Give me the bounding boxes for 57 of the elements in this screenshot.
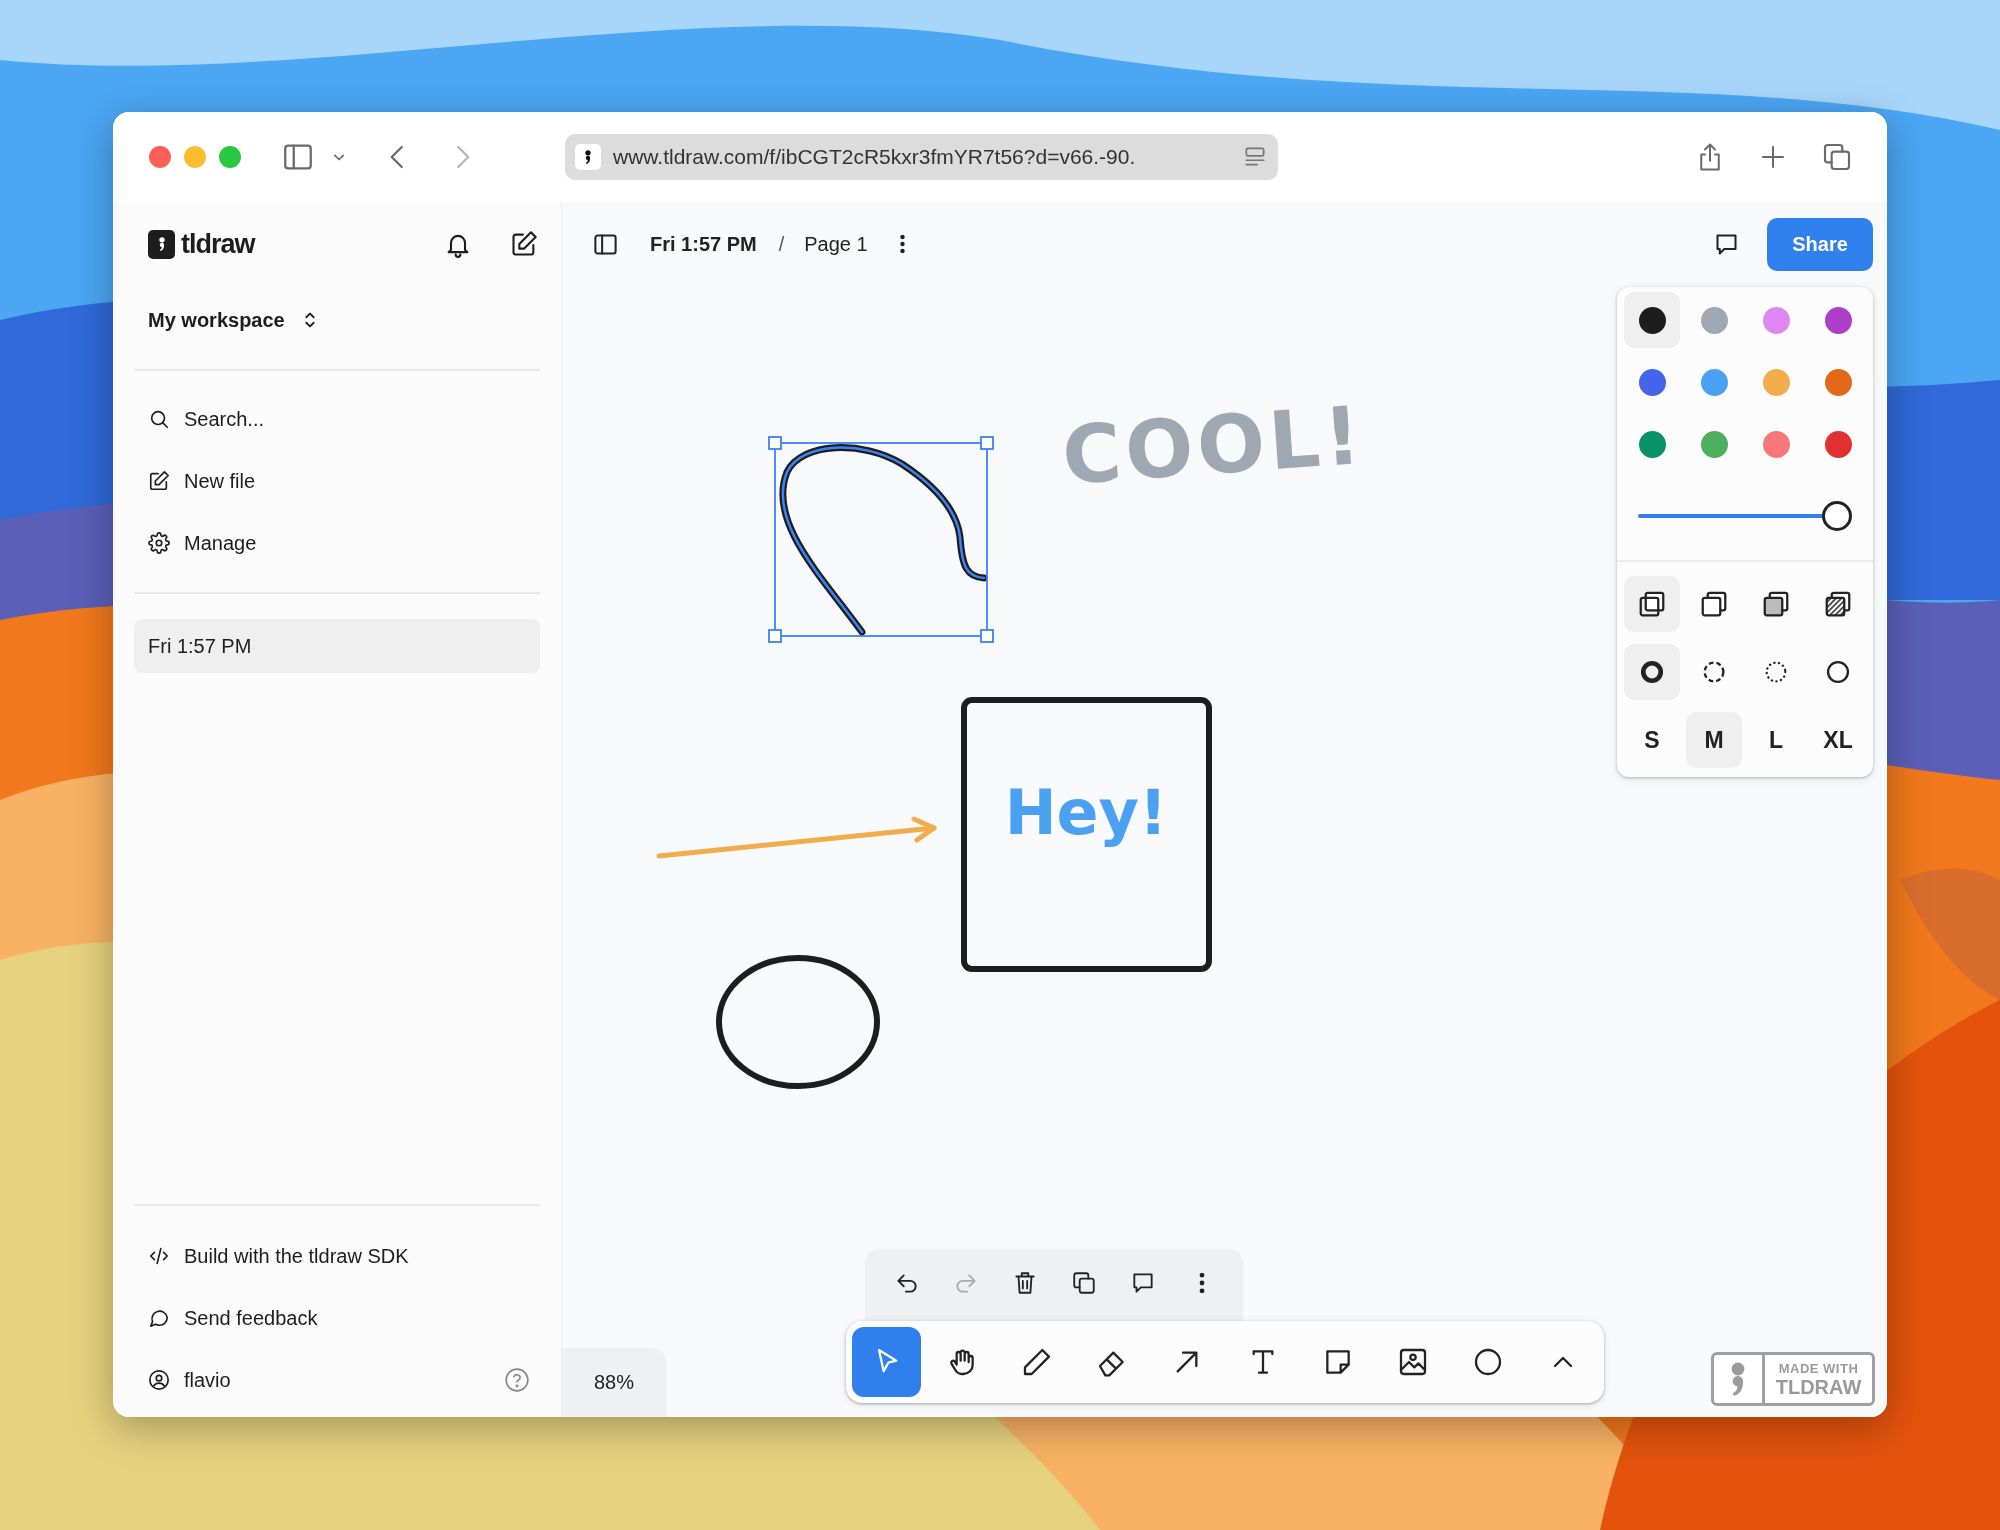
tldraw-logo[interactable]: tldraw — [148, 228, 255, 260]
fill-pattern-icon — [1823, 589, 1853, 619]
sidebar-item[interactable]: New file — [134, 450, 540, 512]
fill-semi-icon — [1699, 589, 1729, 619]
more-icon — [898, 235, 906, 253]
fill-style-button[interactable] — [1624, 576, 1680, 632]
more-button[interactable] — [898, 235, 906, 253]
workspace-switcher[interactable]: My workspace — [148, 308, 321, 332]
url-text: www.tldraw.com/f/ibCGT2cR5kxr3fmYR7t56?d=v66.-90. — [613, 145, 1137, 169]
share-button[interactable]: Share — [1767, 217, 1873, 271]
zoom-level-button[interactable]: 88% — [562, 1348, 666, 1417]
select-tool-button[interactable] — [852, 1327, 922, 1397]
color-swatch[interactable] — [1624, 292, 1680, 348]
handwritten-text: COOL! — [1059, 388, 1368, 503]
image-icon — [1397, 1346, 1429, 1378]
code-icon — [148, 1245, 170, 1267]
size-button[interactable]: M — [1686, 712, 1742, 768]
address-bar[interactable]: www.tldraw.com/f/ibCGT2cR5kxr3fmYR7t56?d=v66.-90. — [565, 134, 1278, 180]
close-window-button[interactable] — [149, 146, 171, 168]
tabs-icon — [1821, 141, 1853, 173]
stroke-style-button[interactable] — [1624, 644, 1680, 700]
shape-label: Hey! — [1004, 776, 1168, 849]
new-file-button[interactable] — [510, 230, 538, 258]
opacity-slider[interactable] — [1638, 501, 1852, 531]
solid-circle-icon — [1824, 658, 1852, 686]
sidebar-item[interactable]: Send feedback — [134, 1287, 540, 1349]
help-button[interactable] — [504, 1367, 530, 1393]
fill-solid-icon — [1761, 589, 1791, 619]
sidebar-item[interactable]: Manage — [134, 512, 540, 574]
badge-text: TLDRAW — [1775, 1376, 1862, 1397]
file-name[interactable]: Fri 1:57 PM — [650, 232, 757, 256]
size-button[interactable]: XL — [1810, 712, 1866, 768]
edit-icon — [510, 230, 538, 258]
fill-none-icon — [1637, 589, 1667, 619]
edit-icon — [148, 470, 170, 492]
pencil-icon — [1021, 1346, 1053, 1378]
size-button[interactable]: S — [1624, 712, 1680, 768]
sidebar-item[interactable]: Search... — [134, 388, 540, 450]
chat-bubble-icon — [148, 1307, 170, 1329]
draw-circle-icon — [1638, 658, 1666, 686]
more-icon — [1197, 1273, 1206, 1293]
sidebar-item[interactable]: flavio — [134, 1349, 540, 1411]
site-logo-icon — [575, 144, 601, 170]
tabs-button[interactable] — [1821, 141, 1853, 173]
size-button[interactable]: L — [1748, 712, 1804, 768]
badge-text: MADE WITH — [1778, 1361, 1859, 1375]
tldraw-logo-icon — [1731, 1361, 1745, 1397]
search-icon — [148, 408, 170, 430]
user-icon — [148, 1369, 170, 1391]
sidebar-item[interactable]: Build with the tldraw SDK — [134, 1225, 540, 1287]
duplicate-icon — [1070, 1270, 1097, 1296]
help-icon — [504, 1367, 530, 1393]
slider-thumb[interactable] — [1822, 501, 1852, 531]
breadcrumb-separator: / — [778, 232, 785, 256]
gear-icon — [148, 532, 170, 554]
page-menu-button[interactable]: Page 1 — [804, 232, 868, 256]
file-item[interactable]: Fri 1:57 PM — [134, 619, 540, 673]
